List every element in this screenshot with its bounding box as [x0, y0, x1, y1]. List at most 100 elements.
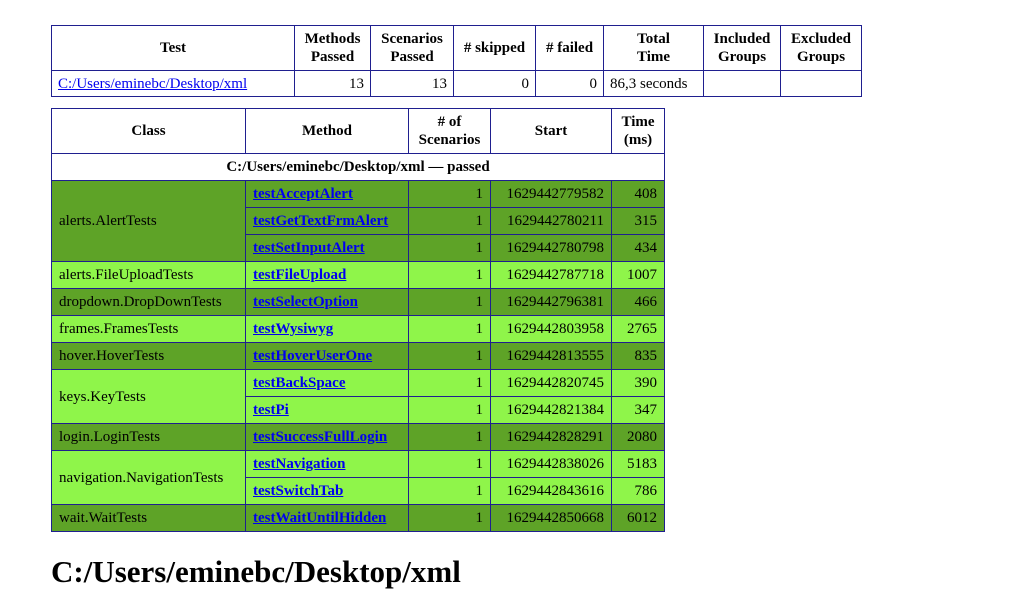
start-cell: 1629442850668	[490, 504, 612, 532]
summary-included-groups	[703, 70, 781, 97]
time-cell: 835	[611, 342, 665, 370]
scenarios-cell: 1	[408, 315, 491, 343]
scenarios-cell: 1	[408, 207, 491, 235]
method-link[interactable]: testBackSpace	[253, 375, 346, 391]
summary-skipped: 0	[453, 70, 536, 97]
group-header-row: C:/Users/eminebc/Desktop/xml — passed	[51, 153, 665, 181]
class-name-cell: frames.FramesTests	[51, 315, 246, 343]
summary-failed: 0	[535, 70, 604, 97]
method-row: dropdown.DropDownTests testSelectOption 1 1…	[51, 288, 665, 316]
method-row: alerts.FileUploadTests testFileUpload 1 162…	[51, 261, 665, 289]
method-link[interactable]: testWaitUntilHidden	[253, 510, 386, 526]
start-cell: 1629442843616	[490, 477, 612, 505]
method-cell: testWaitUntilHidden	[245, 504, 409, 532]
method-cell: testSetInputAlert	[245, 234, 409, 262]
summary-table: Test Methods Passed Scenarios Passed # ski…	[51, 25, 862, 97]
group-title: C:/Users/eminebc/Desktop/xml — passed	[51, 153, 665, 181]
start-cell: 1629442780211	[490, 207, 612, 235]
method-link[interactable]: testGetTextFrmAlert	[253, 213, 388, 229]
header-time: Time (ms)	[611, 108, 665, 154]
start-cell: 1629442820745	[490, 369, 612, 397]
method-link[interactable]: testAcceptAlert	[253, 186, 353, 202]
class-name-cell: dropdown.DropDownTests	[51, 288, 246, 316]
methods-table: Class Method # of Scenarios Start Time (ms…	[51, 108, 665, 532]
scenarios-cell: 1	[408, 261, 491, 289]
time-cell: 2080	[611, 423, 665, 451]
scenarios-cell: 1	[408, 477, 491, 505]
time-cell: 1007	[611, 261, 665, 289]
method-row: hover.HoverTests testHoverUserOne 1 1629442…	[51, 342, 665, 370]
scenarios-cell: 1	[408, 369, 491, 397]
method-cell: testBackSpace	[245, 369, 409, 397]
method-cell: testNavigation	[245, 450, 409, 478]
method-link[interactable]: testSetInputAlert	[253, 240, 365, 256]
start-cell: 1629442813555	[490, 342, 612, 370]
method-row: navigation.NavigationTests testNavigation…	[51, 450, 665, 505]
method-link[interactable]: testSwitchTab	[253, 483, 343, 499]
method-cell: testSelectOption	[245, 288, 409, 316]
header-scenarios: # of Scenarios	[408, 108, 491, 154]
time-cell: 2765	[611, 315, 665, 343]
method-link[interactable]: testSuccessFullLogin	[253, 429, 387, 445]
start-cell: 1629442780798	[490, 234, 612, 262]
time-cell: 434	[611, 234, 665, 262]
method-row: wait.WaitTests testWaitUntilHidden 1 162944…	[51, 504, 665, 532]
section-title: C:/Users/eminebc/Desktop/xml	[51, 554, 461, 589]
scenarios-cell: 1	[408, 288, 491, 316]
header-start: Start	[490, 108, 612, 154]
start-cell: 1629442779582	[490, 180, 612, 208]
time-cell: 315	[611, 207, 665, 235]
header-failed: # failed	[535, 25, 604, 71]
scenarios-cell: 1	[408, 450, 491, 478]
method-link[interactable]: testWysiwyg	[253, 321, 333, 337]
scenarios-cell: 1	[408, 234, 491, 262]
method-link[interactable]: testPi	[253, 402, 289, 418]
header-skipped: # skipped	[453, 25, 536, 71]
summary-scenarios-passed: 13	[370, 70, 454, 97]
scenarios-cell: 1	[408, 342, 491, 370]
header-scenarios-passed: Scenarios Passed	[370, 25, 454, 71]
method-row: keys.KeyTests testBackSpace 1 1629442820745…	[51, 369, 665, 424]
method-cell: testFileUpload	[245, 261, 409, 289]
class-name-cell: navigation.NavigationTests	[51, 450, 246, 505]
class-name-cell: hover.HoverTests	[51, 342, 246, 370]
method-cell: testAcceptAlert	[245, 180, 409, 208]
method-row: login.LoginTests testSuccessFullLogin 1 162…	[51, 423, 665, 451]
time-cell: 5183	[611, 450, 665, 478]
start-cell: 1629442787718	[490, 261, 612, 289]
scenarios-cell: 1	[408, 396, 491, 424]
method-link[interactable]: testHoverUserOne	[253, 348, 372, 364]
summary-test-cell: C:/Users/eminebc/Desktop/xml	[51, 70, 295, 97]
summary-test-link[interactable]: C:/Users/eminebc/Desktop/xml	[58, 76, 247, 92]
time-cell: 466	[611, 288, 665, 316]
method-cell: testSuccessFullLogin	[245, 423, 409, 451]
header-total-time: Total Time	[603, 25, 704, 71]
summary-header-row: Test Methods Passed Scenarios Passed # ski…	[51, 25, 862, 71]
class-name-cell: keys.KeyTests	[51, 369, 246, 424]
scenarios-cell: 1	[408, 504, 491, 532]
start-cell: 1629442838026	[490, 450, 612, 478]
time-cell: 408	[611, 180, 665, 208]
summary-total-time: 86,3 seconds	[603, 70, 704, 97]
method-cell: testSwitchTab	[245, 477, 409, 505]
header-excluded-groups: Excluded Groups	[780, 25, 862, 71]
method-row: frames.FramesTests testWysiwyg 1 1629442803…	[51, 315, 665, 343]
method-cell: testHoverUserOne	[245, 342, 409, 370]
class-name-cell: alerts.AlertTests	[51, 180, 246, 262]
method-cell: testWysiwyg	[245, 315, 409, 343]
time-cell: 390	[611, 369, 665, 397]
method-cell: testPi	[245, 396, 409, 424]
method-row: alerts.AlertTests testAcceptAlert 1 1629442…	[51, 180, 665, 262]
header-test: Test	[51, 25, 295, 71]
method-link[interactable]: testNavigation	[253, 456, 346, 472]
summary-methods-passed: 13	[294, 70, 371, 97]
scenarios-cell: 1	[408, 423, 491, 451]
method-link[interactable]: testSelectOption	[253, 294, 358, 310]
method-link[interactable]: testFileUpload	[253, 267, 346, 283]
header-methods-passed: Methods Passed	[294, 25, 371, 71]
start-cell: 1629442803958	[490, 315, 612, 343]
scenarios-cell: 1	[408, 180, 491, 208]
time-cell: 6012	[611, 504, 665, 532]
start-cell: 1629442821384	[490, 396, 612, 424]
summary-row: C:/Users/eminebc/Desktop/xml 13 13 0 0 8…	[51, 70, 862, 97]
